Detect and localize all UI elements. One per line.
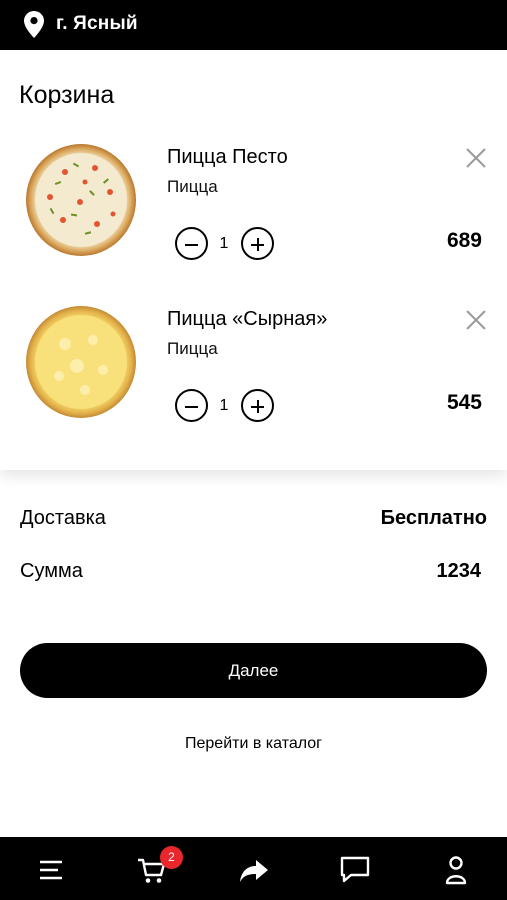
- item-price: 689: [446, 229, 482, 252]
- quantity-stepper: 1: [175, 389, 285, 423]
- catalog-link[interactable]: Перейти в каталог: [0, 735, 507, 753]
- total-value: 1234: [436, 560, 482, 582]
- page-title: Корзина: [19, 81, 115, 109]
- quantity-value: 1: [219, 235, 229, 252]
- cart-item: Пицца Песто Пицца 1 689: [0, 142, 507, 292]
- total-label: Сумма: [20, 560, 83, 582]
- item-name: Пицца «Сырная»: [167, 308, 328, 330]
- bottom-nav: [0, 837, 507, 900]
- profile-icon[interactable]: [440, 854, 472, 886]
- decrease-button[interactable]: [175, 389, 208, 422]
- menu-icon[interactable]: [36, 854, 68, 886]
- top-bar: г. Ясный: [0, 0, 507, 50]
- delivery-row: Доставка Бесплатно: [20, 507, 487, 530]
- close-icon[interactable]: [464, 308, 488, 332]
- next-button[interactable]: Далее: [20, 643, 487, 698]
- pizza-pesto-image: [26, 144, 136, 256]
- share-icon[interactable]: [238, 854, 270, 886]
- item-category: Пицца: [167, 339, 218, 358]
- city-selector[interactable]: г. Ясный: [56, 13, 138, 35]
- increase-button[interactable]: [241, 227, 274, 260]
- decrease-button[interactable]: [175, 227, 208, 260]
- location-pin-icon[interactable]: [24, 11, 44, 38]
- item-category: Пицца: [167, 177, 218, 196]
- quantity-value: 1: [219, 397, 229, 414]
- close-icon[interactable]: [464, 146, 488, 170]
- delivery-label: Доставка: [20, 507, 106, 529]
- cart-item: Пицца «Сырная» Пицца 1 545: [0, 304, 507, 454]
- delivery-value: Бесплатно: [380, 507, 487, 529]
- pizza-cheese-image: [26, 306, 136, 418]
- quantity-stepper: 1: [175, 227, 285, 261]
- item-name: Пицца Песто: [167, 146, 288, 168]
- cart-count-badge: 2: [160, 846, 183, 869]
- chat-icon[interactable]: [339, 854, 371, 886]
- item-price: 545: [446, 391, 482, 414]
- total-row: Сумма 1234: [20, 560, 487, 583]
- increase-button[interactable]: [241, 389, 274, 422]
